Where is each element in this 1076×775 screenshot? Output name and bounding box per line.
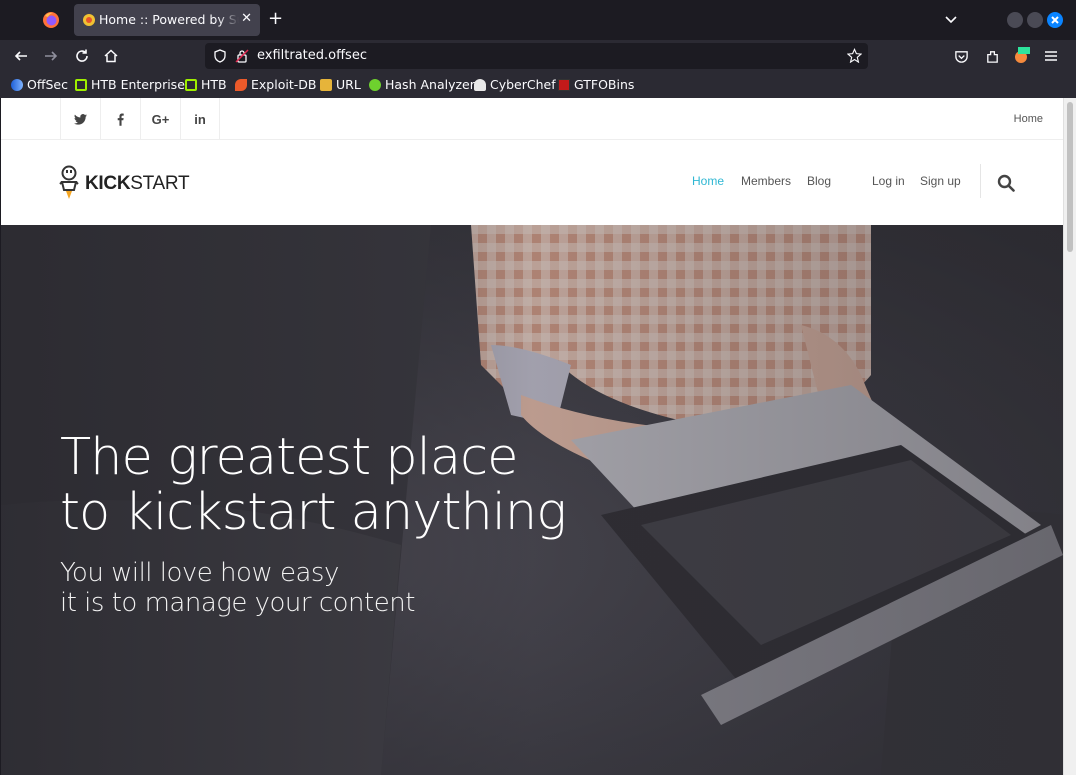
home-icon[interactable] [101,46,121,66]
tracking-shield-icon[interactable] [213,49,227,63]
back-arrow-icon[interactable] [11,46,31,66]
tab-title: Home :: Powered by Subrion [99,12,239,27]
nav-members[interactable]: Members [741,174,791,188]
hamburger-menu-icon[interactable] [1041,46,1061,66]
htb-cube-icon [185,78,197,91]
address-bar[interactable]: exfiltrated.offsec [205,43,868,69]
hash-analyzer-icon [369,78,381,91]
logo-light-text: START [130,173,190,194]
bookmark-url[interactable]: URL [320,77,361,92]
hero-banner: The greatest place to kickstart anything… [1,225,1063,775]
url-decoder-icon [320,78,332,91]
bookmarks-toolbar: OffSec HTB Enterprise HTB Exploit-DB URL… [0,72,1076,98]
hero-title-line1: The greatest place [60,428,519,487]
bookmark-offsec[interactable]: OffSec [11,77,68,92]
tab-close-icon[interactable]: ✕ [241,11,252,26]
forward-arrow-icon[interactable] [41,46,61,66]
nav-signup[interactable]: Sign up [920,174,961,188]
web-page: G+ in Home KICKSTART Home Members Blog L… [1,98,1063,775]
kickstart-logo[interactable]: KICKSTART [57,164,197,202]
rocket-robot-logo-icon [59,165,79,199]
extensions-icon[interactable] [982,46,1002,66]
hero-title-line2: to kickstart anything [60,483,567,542]
htb-cube-icon [75,78,87,91]
bookmark-label: CyberChef [490,77,556,92]
google-plus-icon[interactable]: G+ [140,98,180,140]
url-text: exfiltrated.offsec [257,48,367,63]
bookmark-hash-analyzer[interactable]: Hash Analyzer [369,77,475,92]
minimize-window-icon[interactable] [1007,12,1023,28]
bookmark-label: URL [336,77,361,92]
exploit-db-icon [235,78,247,91]
list-tabs-chevron-icon[interactable] [944,12,958,26]
twitter-icon[interactable] [60,98,100,140]
bookmark-label: Hash Analyzer [385,77,475,92]
gtfobins-icon [558,78,570,91]
bookmark-label: GTFOBins [574,77,635,92]
insecure-lock-icon[interactable] [235,49,249,63]
hero-title: The greatest place to kickstart anything [60,430,580,540]
bookmark-label: Exploit-DB [251,77,317,92]
new-tab-button[interactable]: + [268,8,283,29]
bookmark-gtfobins[interactable]: GTFOBins [558,77,634,92]
cyberchef-hat-icon [474,78,486,91]
firefox-logo-icon[interactable] [42,11,60,29]
hero-subtitle-line1: You will love how easy [60,558,339,588]
bookmark-label: HTB [201,77,227,92]
site-header: KICKSTART Home Members Blog Log in Sign … [1,140,1063,225]
header-divider [980,164,981,198]
close-window-icon[interactable] [1047,12,1063,28]
site-favicon-icon [83,14,95,26]
facebook-icon[interactable] [100,98,140,140]
nav-login[interactable]: Log in [872,174,905,188]
bookmark-label: OffSec [27,77,68,92]
pocket-icon[interactable] [951,46,971,66]
bookmark-cyberchef[interactable]: CyberChef [474,77,556,92]
linkedin-icon[interactable]: in [180,98,220,140]
bookmark-htb-enterprise[interactable]: HTB Enterprise [75,77,185,92]
scrollbar-thumb[interactable] [1067,102,1073,252]
logo-wordmark: KICKSTART [85,173,190,195]
bookmark-label: HTB Enterprise [91,77,185,92]
search-icon[interactable] [997,174,1015,192]
maximize-window-icon[interactable] [1027,12,1043,28]
reload-icon[interactable] [72,46,92,66]
nav-home[interactable]: Home [692,174,724,188]
browser-nav-toolbar: exfiltrated.offsec [0,40,1076,72]
burp-extension-icon[interactable] [1011,46,1031,66]
bookmark-htb[interactable]: HTB [185,77,227,92]
logo-bold-text: KICK [85,173,131,194]
hero-subtitle-line2: it is to manage your content [60,588,415,618]
offsec-icon [11,78,23,91]
browser-tab-active[interactable]: Home :: Powered by Subrion ✕ [74,4,260,36]
top-bar: G+ in Home [1,98,1063,140]
browser-tab-bar: Home :: Powered by Subrion ✕ + [0,0,1076,40]
bookmark-star-icon[interactable] [847,48,862,63]
nav-blog[interactable]: Blog [807,174,831,188]
bookmark-exploit-db[interactable]: Exploit-DB [235,77,316,92]
hero-subtitle: You will love how easy it is to manage y… [60,558,480,618]
page-scrollbar[interactable] [1063,98,1076,775]
top-home-link[interactable]: Home [1014,113,1043,125]
